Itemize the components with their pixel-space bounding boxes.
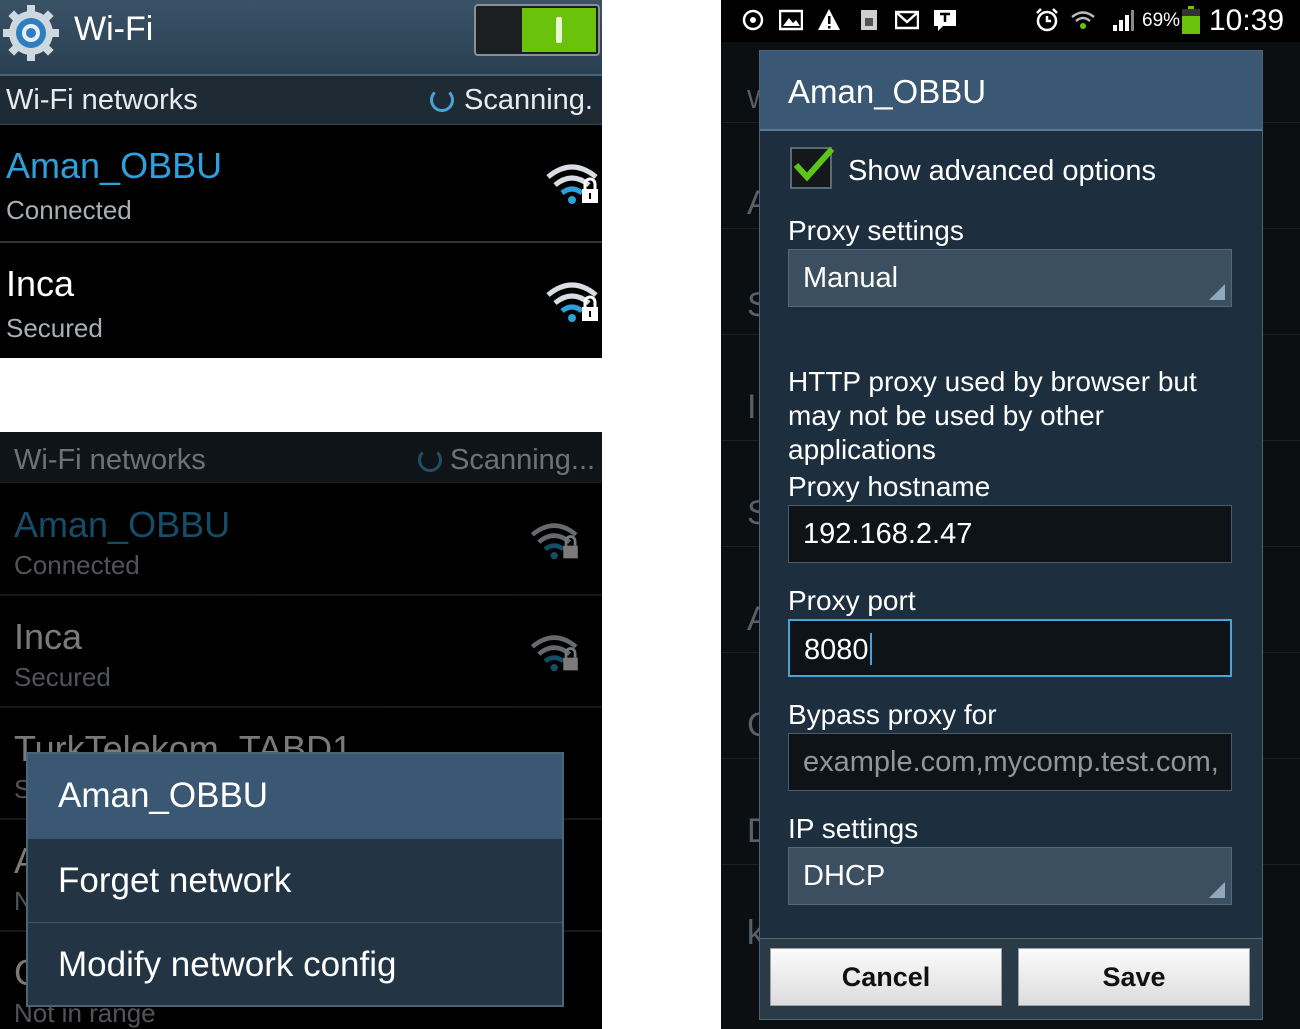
battery-percent: 69% (1142, 10, 1181, 31)
proxy-config-panel: 69% 10:39 W A S I S A C D k Aman_OBBU Sh… (721, 0, 1300, 1029)
clock: 10:39 (1209, 4, 1285, 37)
network-row[interactable]: Inca Secured (0, 243, 602, 358)
section-label: Wi-Fi networks (6, 84, 198, 116)
network-name: Inca (6, 263, 75, 304)
network-row[interactable]: Aman_OBBU Connected (0, 125, 602, 243)
proxy-settings-label: Proxy settings (788, 215, 964, 246)
sync-icon (742, 9, 764, 31)
checkmark-icon (793, 147, 835, 182)
network-context-menu-panel: Wi-Fi networks Scanning... Aman_OBBU Con… (0, 432, 602, 1029)
wifi-settings-panel: Wi-Fi Wi-Fi networks Scanning. Aman_OBBU… (0, 0, 602, 358)
row-letter: I (747, 388, 757, 426)
proxy-settings-value: Manual (803, 262, 899, 294)
dialog-title-bar: Aman_OBBU (760, 51, 1262, 131)
network-config-dialog: Aman_OBBU Show advanced options Proxy se… (759, 50, 1263, 1020)
proxy-hostname-label: Proxy hostname (788, 471, 991, 502)
network-row[interactable]: Aman_OBBU Connected (0, 484, 602, 596)
alarm-icon (1036, 8, 1058, 32)
dropdown-arrow-icon (1209, 284, 1225, 300)
hostname-value: 192.168.2.47 (803, 518, 973, 550)
wifi-locked-icon (530, 523, 578, 560)
cancel-button[interactable]: Cancel (770, 948, 1002, 1006)
network-status: Secured (6, 313, 103, 343)
signal-icon (1113, 10, 1134, 31)
modify-network-config-item[interactable]: Modify network config (28, 922, 562, 1007)
network-status: Connected (6, 195, 132, 225)
wifi-locked-icon (546, 164, 598, 204)
proxy-port-input[interactable]: 8080 (788, 619, 1232, 677)
ip-settings-dropdown[interactable]: DHCP (788, 847, 1232, 905)
network-status: Secured (14, 662, 111, 692)
gear-icon[interactable] (2, 4, 60, 62)
section-label: Wi-Fi networks (14, 444, 206, 476)
ip-settings-value: DHCP (803, 860, 886, 892)
show-advanced-checkbox[interactable] (790, 147, 835, 189)
port-value: 8080 (804, 634, 869, 666)
show-advanced-label[interactable]: Show advanced options (848, 155, 1156, 188)
networks-section-header: Wi-Fi networks Scanning. (0, 76, 602, 125)
proxy-hostname-input[interactable]: 192.168.2.47 (788, 505, 1232, 563)
proxy-info-text: HTTP proxy used by browser but may not b… (788, 366, 1197, 465)
wifi-icon (1071, 11, 1095, 29)
app-bar: Wi-Fi (0, 0, 602, 76)
cancel-button-label: Cancel (841, 962, 931, 992)
save-button-label: Save (1102, 962, 1166, 992)
menu-item-label: Modify network config (58, 945, 397, 984)
mail-icon (895, 10, 919, 30)
warning-icon (818, 9, 840, 30)
bypass-proxy-input[interactable]: example.com,mycomp.test.com, (788, 733, 1232, 791)
network-name: Aman_OBBU (14, 504, 231, 545)
context-menu-title-text: Aman_OBBU (58, 776, 269, 815)
wifi-locked-icon (546, 282, 598, 322)
network-name: Aman_OBBU (6, 145, 223, 186)
gallery-icon (779, 9, 803, 31)
context-menu-title: Aman_OBBU (28, 754, 562, 838)
bypass-proxy-label: Bypass proxy for (788, 699, 997, 730)
ip-settings-label: IP settings (788, 813, 919, 844)
page-title: Wi-Fi (74, 10, 154, 48)
status-bar: 69% 10:39 (721, 0, 1300, 42)
message-icon (934, 10, 956, 31)
network-status: Connected (14, 550, 140, 580)
wifi-toggle[interactable] (474, 4, 600, 56)
network-name: Inca (14, 616, 83, 657)
battery-icon (1182, 6, 1200, 34)
toggle-on-segment (522, 8, 596, 52)
wifi-locked-icon (530, 635, 578, 672)
dropdown-arrow-icon (1209, 882, 1225, 898)
networks-section-header: Wi-Fi networks Scanning... (0, 432, 602, 483)
dialog-title: Aman_OBBU (788, 73, 987, 110)
sim-icon (861, 10, 877, 30)
text-caret (869, 633, 872, 665)
bypass-placeholder: example.com,mycomp.test.com, (803, 746, 1219, 778)
scanning-label: Scanning. (464, 84, 593, 116)
network-row[interactable]: Inca Secured (0, 596, 602, 708)
save-button[interactable]: Save (1018, 948, 1250, 1006)
proxy-settings-dropdown[interactable]: Manual (788, 249, 1232, 307)
proxy-port-label: Proxy port (788, 585, 916, 616)
port-value-wrap: 8080 (804, 633, 872, 667)
scanning-label: Scanning... (450, 444, 596, 476)
menu-item-label: Forget network (58, 861, 292, 900)
dialog-button-bar: Cancel Save (760, 938, 1262, 1019)
forget-network-item[interactable]: Forget network (28, 838, 562, 923)
context-menu: Aman_OBBU Forget network Modify network … (26, 752, 564, 1007)
scanning-spinner-icon (418, 448, 442, 472)
scanning-spinner-icon (430, 88, 454, 112)
toggle-knob (556, 17, 562, 43)
